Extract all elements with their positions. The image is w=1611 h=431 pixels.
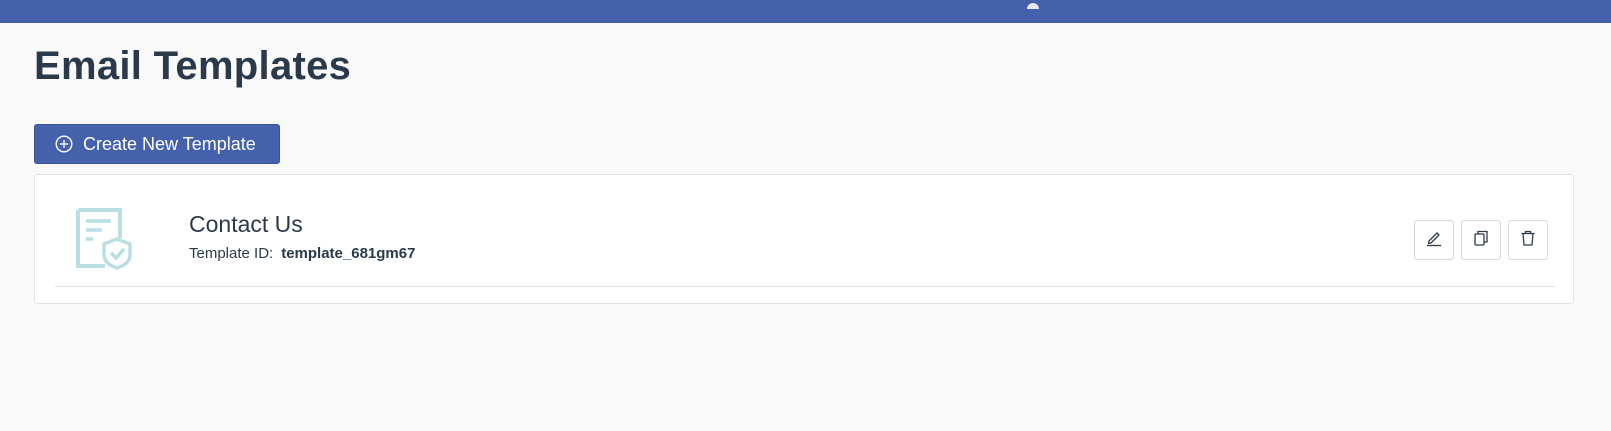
copy-template-button[interactable] [1461, 220, 1501, 260]
trash-icon [1519, 229, 1537, 252]
top-bar [0, 0, 1611, 23]
copy-icon [1472, 229, 1490, 252]
edit-template-button[interactable] [1414, 220, 1454, 260]
templates-list: Contact Us Template ID: template_681gm67 [34, 174, 1574, 304]
plus-circle-icon [55, 135, 73, 153]
template-row: Contact Us Template ID: template_681gm67 [55, 175, 1555, 287]
template-id: Template ID: template_681gm67 [189, 245, 415, 262]
template-id-label: Template ID: [189, 245, 274, 262]
top-bar-handle-icon [1027, 3, 1039, 15]
document-shield-icon [75, 208, 135, 270]
template-actions [1414, 220, 1548, 260]
delete-template-button[interactable] [1508, 220, 1548, 260]
edit-icon [1425, 229, 1443, 252]
create-new-template-button[interactable]: Create New Template [34, 124, 280, 164]
template-name: Contact Us [189, 211, 303, 237]
create-new-template-label: Create New Template [83, 133, 256, 154]
page-title: Email Templates [34, 44, 352, 88]
template-id-value: template_681gm67 [281, 245, 416, 262]
